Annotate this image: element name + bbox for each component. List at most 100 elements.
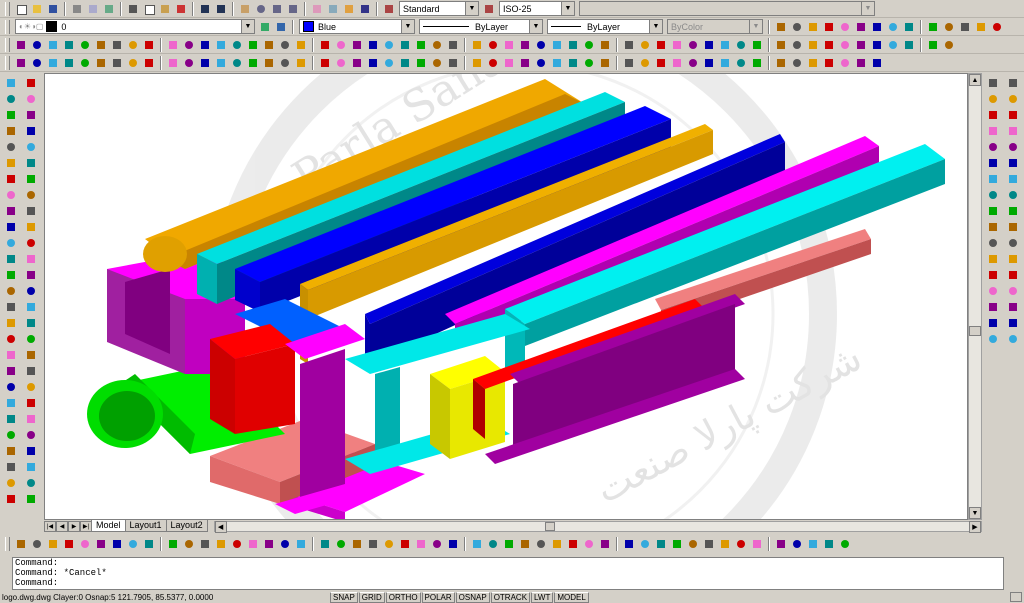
tool-button-icon[interactable] xyxy=(4,140,18,154)
tool-button-icon[interactable] xyxy=(350,537,364,551)
tool-button-icon[interactable] xyxy=(886,38,900,52)
tool-button-icon[interactable] xyxy=(750,38,764,52)
tool-button-icon[interactable] xyxy=(566,38,580,52)
tool-button-icon[interactable] xyxy=(1006,252,1020,266)
tool-button-icon[interactable] xyxy=(1006,92,1020,106)
tool-button-icon[interactable] xyxy=(24,316,38,330)
tool-button-icon[interactable] xyxy=(24,444,38,458)
zoom-window-icon[interactable] xyxy=(270,2,284,16)
tool-button-icon[interactable] xyxy=(718,537,732,551)
help-icon[interactable] xyxy=(358,2,372,16)
prev-tab-icon[interactable]: ◀ xyxy=(56,520,68,532)
next-tab-icon[interactable]: ▶ xyxy=(68,520,80,532)
tool-button-icon[interactable] xyxy=(24,476,38,490)
tool-button-icon[interactable] xyxy=(24,252,38,266)
tool-button-icon[interactable] xyxy=(414,38,428,52)
tool-button-icon[interactable] xyxy=(24,492,38,506)
tool-button-icon[interactable] xyxy=(366,537,380,551)
tool-button-icon[interactable] xyxy=(986,172,1000,186)
layer-previous-icon[interactable] xyxy=(274,20,288,34)
make-current-layer-icon[interactable] xyxy=(258,20,272,34)
text-style-select[interactable]: Standard ▼ xyxy=(399,1,479,16)
tool-button-icon[interactable] xyxy=(414,56,428,70)
tool-button-icon[interactable] xyxy=(790,537,804,551)
lineweight-select[interactable]: ByLayer ▼ xyxy=(547,19,663,34)
tool-button-icon[interactable] xyxy=(4,92,18,106)
tool-button-icon[interactable] xyxy=(294,56,308,70)
horizontal-scroll-thumb[interactable] xyxy=(544,521,555,531)
tool-button-icon[interactable] xyxy=(4,460,18,474)
tool-button-icon[interactable] xyxy=(4,412,18,426)
tool-button-icon[interactable] xyxy=(294,537,308,551)
chevron-down-icon[interactable]: ▼ xyxy=(649,20,662,33)
tool-button-icon[interactable] xyxy=(4,428,18,442)
tool-button-icon[interactable] xyxy=(142,56,156,70)
tool-button-icon[interactable] xyxy=(262,537,276,551)
tool-button-icon[interactable] xyxy=(62,56,76,70)
tool-button-icon[interactable] xyxy=(1006,316,1020,330)
tool-button-icon[interactable] xyxy=(1006,220,1020,234)
save-icon[interactable] xyxy=(46,2,60,16)
tool-button-icon[interactable] xyxy=(822,38,836,52)
tool-button-icon[interactable] xyxy=(262,56,276,70)
tool-button-icon[interactable] xyxy=(854,56,868,70)
tool-button-icon[interactable] xyxy=(366,38,380,52)
tool-button-icon[interactable] xyxy=(486,537,500,551)
tool-button-icon[interactable] xyxy=(1006,172,1020,186)
tool-button-icon[interactable] xyxy=(182,38,196,52)
dim-style-icon[interactable] xyxy=(482,2,496,16)
toolbar-grip[interactable] xyxy=(5,19,10,34)
tool-button-icon[interactable] xyxy=(4,108,18,122)
tool-button-icon[interactable] xyxy=(4,76,18,90)
tool-button-icon[interactable] xyxy=(24,156,38,170)
tool-button-icon[interactable] xyxy=(806,537,820,551)
tool-button-icon[interactable] xyxy=(182,537,196,551)
tool-button-icon[interactable] xyxy=(24,108,38,122)
polar-toggle[interactable]: POLAR xyxy=(421,591,455,603)
tool-button-icon[interactable] xyxy=(986,188,1000,202)
tool-button-icon[interactable] xyxy=(278,38,292,52)
tool-button-icon[interactable] xyxy=(24,412,38,426)
tool-button-icon[interactable] xyxy=(902,38,916,52)
vertical-scrollbar[interactable]: ▲ ▼ xyxy=(968,73,982,520)
tool-button-icon[interactable] xyxy=(838,56,852,70)
tool-button-icon[interactable] xyxy=(986,156,1000,170)
tool-button-icon[interactable] xyxy=(598,537,612,551)
tool-button-icon[interactable] xyxy=(750,56,764,70)
tool-button-icon[interactable] xyxy=(246,56,260,70)
chevron-down-icon[interactable]: ▼ xyxy=(401,20,414,33)
tool-button-icon[interactable] xyxy=(550,56,564,70)
color-select[interactable]: Blue ▼ xyxy=(299,19,415,34)
tool-button-icon[interactable] xyxy=(24,124,38,138)
layer-select[interactable]: ◐☀◑▢ 0 ▼ xyxy=(15,19,255,34)
tool-button-icon[interactable] xyxy=(986,92,1000,106)
tool-button-icon[interactable] xyxy=(278,56,292,70)
tool-button-icon[interactable] xyxy=(78,38,92,52)
tool-button-icon[interactable] xyxy=(24,364,38,378)
tool-button-icon[interactable] xyxy=(24,172,38,186)
tool-button-icon[interactable] xyxy=(110,38,124,52)
tool-button-icon[interactable] xyxy=(986,252,1000,266)
tool-button-icon[interactable] xyxy=(670,537,684,551)
tool-button-icon[interactable] xyxy=(838,537,852,551)
scroll-up-icon[interactable]: ▲ xyxy=(969,74,981,86)
tool-button-icon[interactable] xyxy=(838,38,852,52)
tool-button-icon[interactable] xyxy=(24,396,38,410)
tool-button-icon[interactable] xyxy=(566,537,580,551)
tool-button-icon[interactable] xyxy=(550,537,564,551)
tool-button-icon[interactable] xyxy=(806,56,820,70)
tab-layout2[interactable]: Layout2 xyxy=(165,520,208,532)
tool-button-icon[interactable] xyxy=(502,537,516,551)
tool-button-icon[interactable] xyxy=(4,476,18,490)
tool-button-icon[interactable] xyxy=(986,316,1000,330)
tool-button-icon[interactable] xyxy=(986,124,1000,138)
tool-button-icon[interactable] xyxy=(334,537,348,551)
tool-button-icon[interactable] xyxy=(870,38,884,52)
tool-button-icon[interactable] xyxy=(398,38,412,52)
toolbar-grip[interactable] xyxy=(5,1,10,16)
tool-button-icon[interactable] xyxy=(470,56,484,70)
tool-button-icon[interactable] xyxy=(654,537,668,551)
tool-button-icon[interactable] xyxy=(854,20,868,34)
tool-button-icon[interactable] xyxy=(246,38,260,52)
tool-button-icon[interactable] xyxy=(806,38,820,52)
